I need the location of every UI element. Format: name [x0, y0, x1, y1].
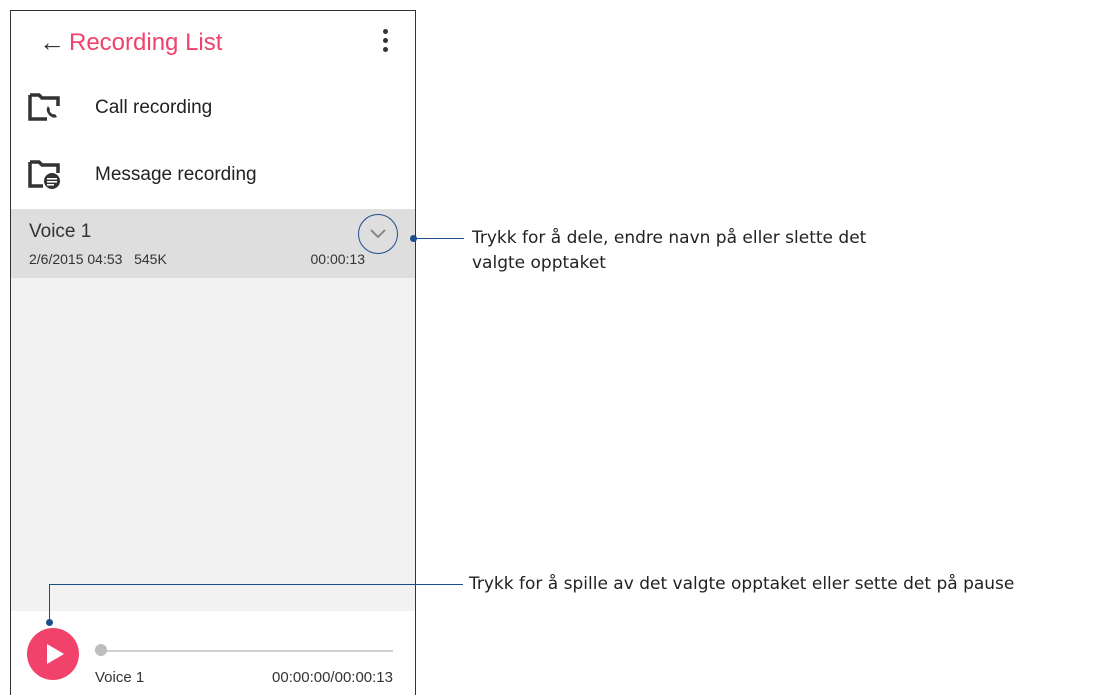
recording-size: 545K [134, 251, 167, 267]
callout-expand-line1: Trykk for å dele, endre navn på eller sl… [472, 228, 867, 248]
player-bar: Voice 1 00:00:00/00:00:13 [11, 611, 415, 695]
callout-expand-text: Trykk for å dele, endre navn på eller sl… [472, 226, 866, 276]
folder-call-recording[interactable]: Call recording [11, 75, 415, 143]
play-button[interactable] [27, 628, 79, 680]
callout-expand-line2: valgte opptaket [472, 253, 606, 273]
recording-duration: 00:00:13 [310, 251, 366, 267]
recording-name: Voice 1 [29, 221, 92, 242]
folder-label: Call recording [95, 97, 213, 118]
callout-line [49, 584, 50, 622]
play-icon [47, 644, 64, 664]
app-bar: ← Recording List [11, 11, 415, 75]
expand-button[interactable] [358, 214, 398, 254]
chevron-down-icon [370, 229, 386, 239]
player-time: 00:00:00/00:00:13 [272, 669, 393, 686]
phone-screen: ← Recording List Call recording Message [10, 10, 416, 695]
seek-handle[interactable] [95, 644, 107, 656]
arrow-left-icon[interactable]: ← [39, 29, 65, 55]
message-folder-icon [27, 156, 61, 190]
more-vert-icon[interactable] [383, 29, 389, 55]
page-title: Recording List [69, 29, 223, 56]
recording-item[interactable]: Voice 1 2/6/2015 04:53 545K 00:00:13 [11, 209, 415, 278]
callout-play-text: Trykk for å spille av det valgte opptake… [469, 574, 1015, 594]
recording-date: 2/6/2015 04:53 [29, 251, 123, 267]
seek-bar[interactable] [95, 650, 393, 652]
folder-label: Message recording [95, 164, 257, 185]
recording-meta: 2/6/2015 04:53 545K [29, 251, 167, 267]
call-folder-icon [27, 89, 61, 123]
callout-line [49, 584, 463, 585]
player-recording-name: Voice 1 [95, 669, 145, 686]
folder-message-recording[interactable]: Message recording [11, 142, 415, 209]
callout-line [414, 238, 464, 239]
